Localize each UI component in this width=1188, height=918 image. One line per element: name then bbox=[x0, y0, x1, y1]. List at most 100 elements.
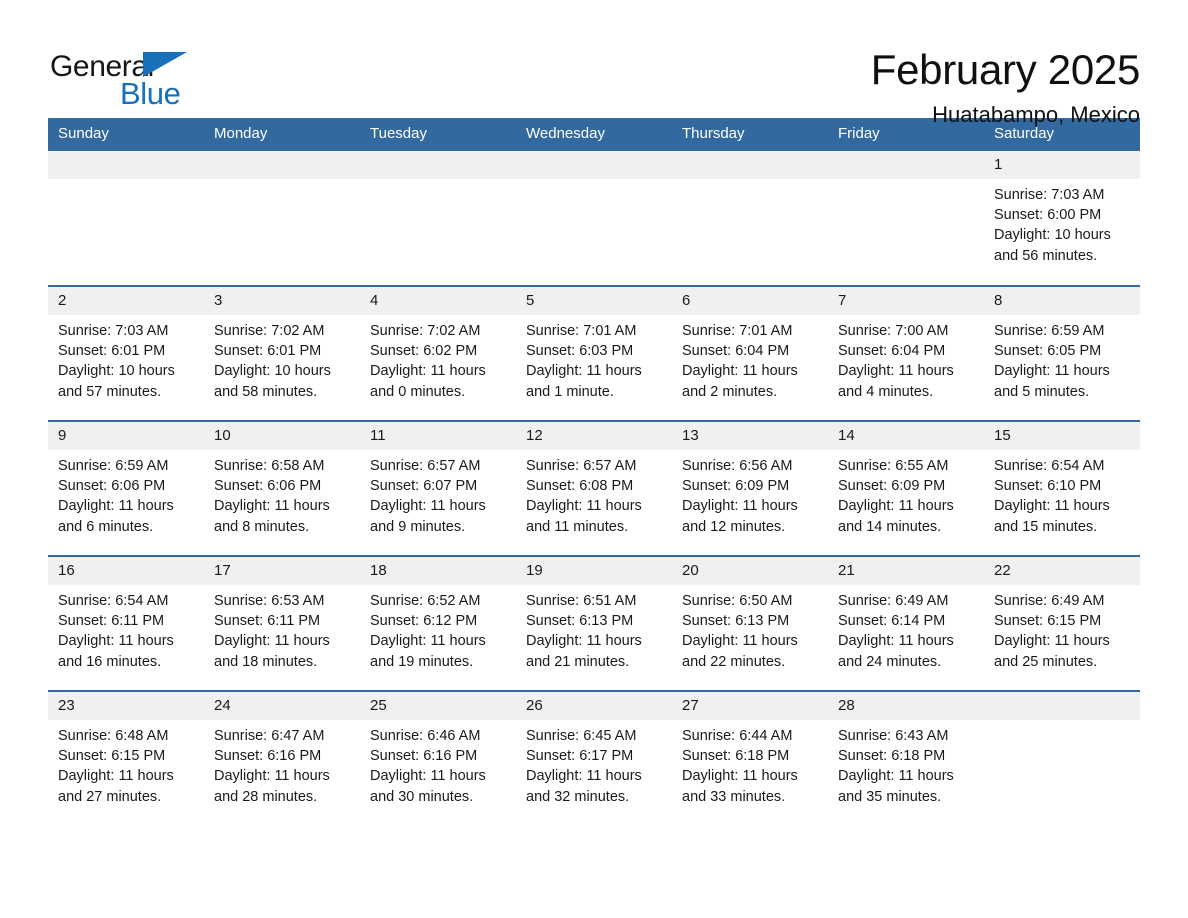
daylight-line: and 15 minutes. bbox=[994, 518, 1098, 535]
day-number: 20 bbox=[672, 557, 828, 585]
day-cell-inner: 15 Sunrise: 6:54 AM Sunset: 6:10 PM Dayligh… bbox=[984, 422, 1140, 555]
calendar-day-cell[interactable]: 3 Sunrise: 7:02 AM Sunset: 6:01 PM Daylight… bbox=[204, 285, 360, 421]
day-sun-info: Sunrise: 6:59 AM Sunset: 6:06 PM Daylight:… bbox=[48, 450, 204, 537]
day-sun-info: Sunrise: 7:02 AM Sunset: 6:02 PM Daylight:… bbox=[360, 315, 516, 402]
calendar-day-cell[interactable]: 17 Sunrise: 6:53 AM Sunset: 6:11 PM Dayligh… bbox=[204, 555, 360, 691]
calendar-day-cell[interactable]: 5 Sunrise: 7:01 AM Sunset: 6:03 PM Daylight… bbox=[516, 285, 672, 421]
sunrise-sunset-calendar: Sunday Monday Tuesday Wednesday Thursday… bbox=[48, 118, 1140, 826]
day-cell-inner: 25 Sunrise: 6:46 AM Sunset: 6:16 PM Dayligh… bbox=[360, 692, 516, 826]
day-sun-info: Sunrise: 6:57 AM Sunset: 6:08 PM Daylight:… bbox=[516, 450, 672, 537]
day-sun-info: Sunrise: 7:01 AM Sunset: 6:03 PM Daylight:… bbox=[516, 315, 672, 402]
calendar-day-cell[interactable]: 10 Sunrise: 6:58 AM Sunset: 6:06 PM Dayligh… bbox=[204, 420, 360, 556]
calendar-day-cell[interactable]: 15 Sunrise: 6:54 AM Sunset: 6:10 PM Dayligh… bbox=[984, 420, 1140, 556]
daylight-line: and 11 minutes. bbox=[526, 518, 629, 535]
weekday-header-wednesday: Wednesday bbox=[516, 118, 672, 151]
daylight-line: Daylight: 10 hours bbox=[994, 227, 1111, 244]
sunrise-line: Sunrise: 6:49 AM bbox=[838, 593, 949, 609]
sunset-line: Sunset: 6:14 PM bbox=[838, 613, 946, 630]
calendar-day-cell[interactable]: 14 Sunrise: 6:55 AM Sunset: 6:09 PM Dayligh… bbox=[828, 420, 984, 556]
day-cell-inner: 27 Sunrise: 6:44 AM Sunset: 6:18 PM Dayligh… bbox=[672, 692, 828, 826]
day-cell-inner: 20 Sunrise: 6:50 AM Sunset: 6:13 PM Dayligh… bbox=[672, 557, 828, 690]
daylight-line: Daylight: 11 hours bbox=[994, 363, 1110, 380]
calendar-day-cell[interactable]: 7 Sunrise: 7:00 AM Sunset: 6:04 PM Daylight… bbox=[828, 285, 984, 421]
day-sun-info: Sunrise: 7:02 AM Sunset: 6:01 PM Daylight:… bbox=[204, 315, 360, 402]
day-number: 11 bbox=[360, 422, 516, 450]
calendar-day-cell[interactable]: 13 Sunrise: 6:56 AM Sunset: 6:09 PM Dayligh… bbox=[672, 420, 828, 556]
day-number: 28 bbox=[828, 692, 984, 720]
calendar-day-cell[interactable]: 16 Sunrise: 6:54 AM Sunset: 6:11 PM Dayligh… bbox=[48, 555, 204, 691]
calendar-day-cell[interactable]: 21 Sunrise: 6:49 AM Sunset: 6:14 PM Dayligh… bbox=[828, 555, 984, 691]
day-cell-inner: 7 Sunrise: 7:00 AM Sunset: 6:04 PM Daylight… bbox=[828, 287, 984, 420]
calendar-day-cell[interactable]: 9 Sunrise: 6:59 AM Sunset: 6:06 PM Daylight… bbox=[48, 420, 204, 556]
calendar-day-cell[interactable]: 1 Sunrise: 7:03 AM Sunset: 6:00 PM Daylight… bbox=[984, 151, 1140, 286]
daylight-line: Daylight: 11 hours bbox=[526, 768, 642, 785]
day-number: 15 bbox=[984, 422, 1140, 450]
calendar-week-row: 1 Sunrise: 7:03 AM Sunset: 6:00 PM Daylight… bbox=[48, 151, 1140, 286]
sunrise-line: Sunrise: 6:50 AM bbox=[682, 593, 793, 609]
calendar-day-cell[interactable]: 27 Sunrise: 6:44 AM Sunset: 6:18 PM Dayligh… bbox=[672, 690, 828, 826]
sunrise-line: Sunrise: 6:56 AM bbox=[682, 458, 793, 474]
day-cell-inner: 13 Sunrise: 6:56 AM Sunset: 6:09 PM Dayligh… bbox=[672, 422, 828, 555]
calendar-page: General Blue February 2025 Huatabampo, M… bbox=[0, 0, 1188, 918]
day-number: 14 bbox=[828, 422, 984, 450]
calendar-day-cell[interactable]: 28 Sunrise: 6:43 AM Sunset: 6:18 PM Dayligh… bbox=[828, 690, 984, 826]
calendar-day-cell[interactable]: 25 Sunrise: 6:46 AM Sunset: 6:16 PM Dayligh… bbox=[360, 690, 516, 826]
calendar-day-cell[interactable]: 4 Sunrise: 7:02 AM Sunset: 6:02 PM Daylight… bbox=[360, 285, 516, 421]
day-cell-inner: 28 Sunrise: 6:43 AM Sunset: 6:18 PM Dayligh… bbox=[828, 692, 984, 826]
sunset-line: Sunset: 6:07 PM bbox=[370, 478, 478, 495]
daylight-line: and 18 minutes. bbox=[214, 653, 318, 670]
day-cell-inner bbox=[48, 151, 204, 285]
day-cell-inner: 2 Sunrise: 7:03 AM Sunset: 6:01 PM Daylight… bbox=[48, 287, 204, 420]
page-header: General Blue February 2025 Huatabampo, M… bbox=[48, 0, 1140, 127]
daylight-line: and 1 minute. bbox=[526, 383, 614, 400]
day-cell-inner bbox=[828, 151, 984, 285]
day-cell-inner: 4 Sunrise: 7:02 AM Sunset: 6:02 PM Daylight… bbox=[360, 287, 516, 420]
day-cell-inner: 14 Sunrise: 6:55 AM Sunset: 6:09 PM Dayligh… bbox=[828, 422, 984, 555]
calendar-day-cell[interactable]: 22 Sunrise: 6:49 AM Sunset: 6:15 PM Dayligh… bbox=[984, 555, 1140, 691]
calendar-day-cell[interactable]: 19 Sunrise: 6:51 AM Sunset: 6:13 PM Dayligh… bbox=[516, 555, 672, 691]
logo-word-blue: Blue bbox=[120, 76, 181, 111]
sunrise-line: Sunrise: 6:57 AM bbox=[370, 458, 481, 474]
calendar-day-cell[interactable]: 26 Sunrise: 6:45 AM Sunset: 6:17 PM Dayligh… bbox=[516, 690, 672, 826]
calendar-day-cell[interactable]: 18 Sunrise: 6:52 AM Sunset: 6:12 PM Dayligh… bbox=[360, 555, 516, 691]
general-blue-logo[interactable]: General Blue bbox=[48, 44, 194, 112]
sunset-line: Sunset: 6:02 PM bbox=[370, 343, 478, 360]
calendar-day-cell[interactable]: 8 Sunrise: 6:59 AM Sunset: 6:05 PM Daylight… bbox=[984, 285, 1140, 421]
day-sun-info: Sunrise: 6:49 AM Sunset: 6:15 PM Daylight:… bbox=[984, 585, 1140, 672]
sunset-line: Sunset: 6:04 PM bbox=[682, 343, 790, 360]
daylight-line: and 8 minutes. bbox=[214, 518, 310, 535]
daylight-line: Daylight: 11 hours bbox=[370, 363, 486, 380]
day-cell-inner: 11 Sunrise: 6:57 AM Sunset: 6:07 PM Dayligh… bbox=[360, 422, 516, 555]
calendar-day-cell[interactable]: 2 Sunrise: 7:03 AM Sunset: 6:01 PM Daylight… bbox=[48, 285, 204, 421]
daylight-line: and 56 minutes. bbox=[994, 247, 1098, 264]
day-number: 23 bbox=[48, 692, 204, 720]
calendar-day-cell[interactable]: 6 Sunrise: 7:01 AM Sunset: 6:04 PM Daylight… bbox=[672, 285, 828, 421]
sunset-line: Sunset: 6:16 PM bbox=[370, 748, 478, 765]
sunset-line: Sunset: 6:11 PM bbox=[58, 613, 165, 630]
calendar-day-cell[interactable]: 24 Sunrise: 6:47 AM Sunset: 6:16 PM Dayligh… bbox=[204, 690, 360, 826]
daylight-line: Daylight: 11 hours bbox=[526, 363, 642, 380]
sunset-line: Sunset: 6:18 PM bbox=[682, 748, 790, 765]
day-sun-info: Sunrise: 7:01 AM Sunset: 6:04 PM Daylight:… bbox=[672, 315, 828, 402]
day-number bbox=[828, 151, 984, 179]
day-number bbox=[48, 151, 204, 179]
day-sun-info: Sunrise: 7:03 AM Sunset: 6:01 PM Daylight:… bbox=[48, 315, 204, 402]
daylight-line: Daylight: 11 hours bbox=[370, 633, 486, 650]
sunrise-line: Sunrise: 6:59 AM bbox=[58, 458, 169, 474]
sunrise-line: Sunrise: 6:54 AM bbox=[58, 593, 169, 609]
day-sun-info: Sunrise: 7:00 AM Sunset: 6:04 PM Daylight:… bbox=[828, 315, 984, 402]
logo-triangle-icon bbox=[143, 52, 187, 77]
day-number: 6 bbox=[672, 287, 828, 315]
calendar-day-cell[interactable]: 11 Sunrise: 6:57 AM Sunset: 6:07 PM Dayligh… bbox=[360, 420, 516, 556]
sunset-line: Sunset: 6:15 PM bbox=[58, 748, 166, 765]
sunset-line: Sunset: 6:13 PM bbox=[526, 613, 634, 630]
day-number: 26 bbox=[516, 692, 672, 720]
title-block: February 2025 Huatabampo, Mexico bbox=[871, 44, 1141, 130]
day-number: 22 bbox=[984, 557, 1140, 585]
daylight-line: and 5 minutes. bbox=[994, 383, 1090, 400]
calendar-day-cell[interactable]: 20 Sunrise: 6:50 AM Sunset: 6:13 PM Dayligh… bbox=[672, 555, 828, 691]
calendar-day-cell[interactable]: 23 Sunrise: 6:48 AM Sunset: 6:15 PM Dayligh… bbox=[48, 690, 204, 826]
daylight-line: and 6 minutes. bbox=[58, 518, 154, 535]
daylight-line: and 58 minutes. bbox=[214, 383, 318, 400]
calendar-day-cell[interactable]: 12 Sunrise: 6:57 AM Sunset: 6:08 PM Dayligh… bbox=[516, 420, 672, 556]
